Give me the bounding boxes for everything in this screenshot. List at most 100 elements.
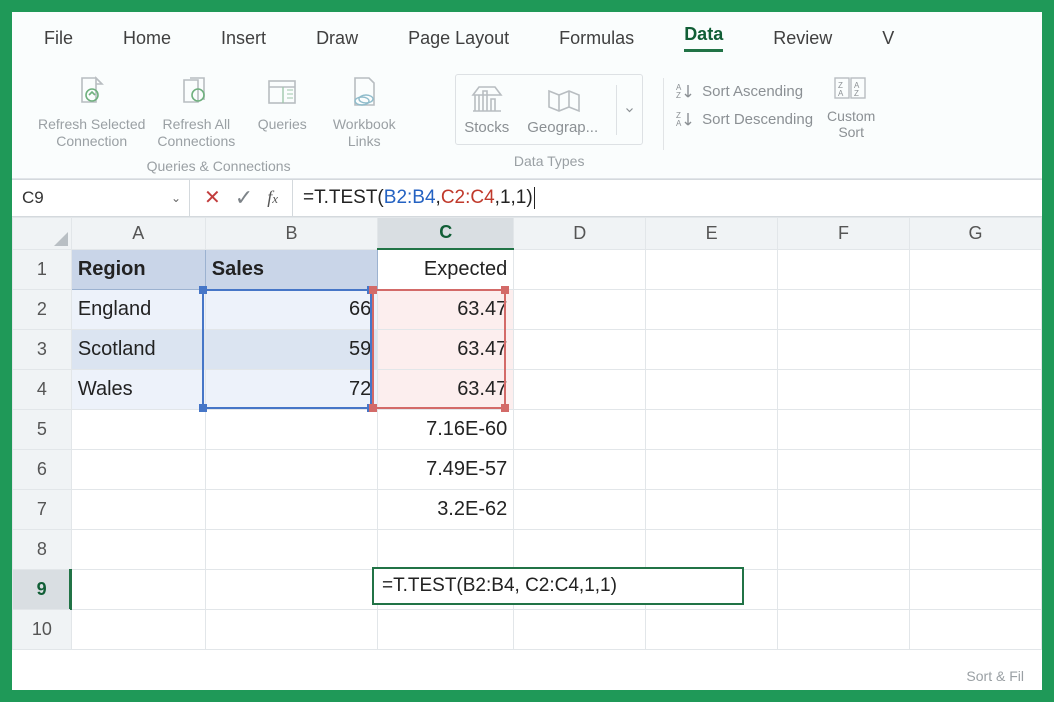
cell-C4[interactable]: 63.47	[378, 369, 514, 409]
col-header-B[interactable]: B	[205, 217, 378, 249]
cell-B4[interactable]: 72	[205, 369, 378, 409]
tab-draw[interactable]: Draw	[316, 28, 358, 49]
cell-D8[interactable]	[514, 529, 646, 569]
cell-A10[interactable]	[71, 609, 205, 649]
cell-G10[interactable]	[910, 609, 1042, 649]
cell-F3[interactable]	[778, 329, 910, 369]
cell-C8[interactable]	[378, 529, 514, 569]
tab-data[interactable]: Data	[684, 24, 723, 52]
cell-E10[interactable]	[646, 609, 778, 649]
cell-G1[interactable]	[910, 249, 1042, 289]
row-header-10[interactable]: 10	[13, 609, 72, 649]
col-header-D[interactable]: D	[514, 217, 646, 249]
cell-D1[interactable]	[514, 249, 646, 289]
cancel-button[interactable]: ✕	[204, 185, 221, 210]
cell-F5[interactable]	[778, 409, 910, 449]
cell-E7[interactable]	[646, 489, 778, 529]
cell-C5[interactable]: 7.16E-60	[378, 409, 514, 449]
row-header-6[interactable]: 6	[13, 449, 72, 489]
cell-G9[interactable]	[910, 569, 1042, 609]
cell-D3[interactable]	[514, 329, 646, 369]
cell-B10[interactable]	[205, 609, 378, 649]
row-header-7[interactable]: 7	[13, 489, 72, 529]
cell-D6[interactable]	[514, 449, 646, 489]
cell-F6[interactable]	[778, 449, 910, 489]
tab-view[interactable]: V	[882, 28, 894, 49]
col-header-C[interactable]: C	[378, 217, 514, 249]
cell-G8[interactable]	[910, 529, 1042, 569]
cell-A3[interactable]: Scotland	[71, 329, 205, 369]
cell-D4[interactable]	[514, 369, 646, 409]
cell-G4[interactable]	[910, 369, 1042, 409]
cell-D2[interactable]	[514, 289, 646, 329]
tab-insert[interactable]: Insert	[221, 28, 266, 49]
cell-B6[interactable]	[205, 449, 378, 489]
select-all-corner[interactable]	[13, 217, 72, 249]
cell-E2[interactable]	[646, 289, 778, 329]
cell-C3[interactable]: 63.47	[378, 329, 514, 369]
sort-ascending-button[interactable]: AZ Sort Ascending	[676, 82, 813, 100]
cell-A2[interactable]: England	[71, 289, 205, 329]
cell-A9[interactable]	[71, 569, 205, 609]
cell-B5[interactable]	[205, 409, 378, 449]
cell-A7[interactable]	[71, 489, 205, 529]
cell-C1[interactable]: Expected	[378, 249, 514, 289]
tab-page-layout[interactable]: Page Layout	[408, 28, 509, 49]
cell-F2[interactable]	[778, 289, 910, 329]
cell-B8[interactable]	[205, 529, 378, 569]
cell-E5[interactable]	[646, 409, 778, 449]
cell-B9[interactable]	[205, 569, 378, 609]
row-header-9[interactable]: 9	[13, 569, 72, 609]
row-header-5[interactable]: 5	[13, 409, 72, 449]
cell-F7[interactable]	[778, 489, 910, 529]
tab-review[interactable]: Review	[773, 28, 832, 49]
fx-button[interactable]: fx	[267, 187, 278, 208]
refresh-all-button[interactable]: Refresh All Connections	[157, 74, 235, 150]
enter-button[interactable]: ✓	[235, 185, 253, 211]
cell-E8[interactable]	[646, 529, 778, 569]
row-header-1[interactable]: 1	[13, 249, 72, 289]
cell-B1[interactable]: Sales	[205, 249, 378, 289]
cell-G6[interactable]	[910, 449, 1042, 489]
refresh-selected-button[interactable]: Refresh Selected Connection	[38, 74, 145, 150]
cell-C10[interactable]	[378, 609, 514, 649]
cell-A8[interactable]	[71, 529, 205, 569]
cell-G2[interactable]	[910, 289, 1042, 329]
row-header-2[interactable]: 2	[13, 289, 72, 329]
stocks-button[interactable]: Stocks	[464, 83, 509, 136]
cell-F1[interactable]	[778, 249, 910, 289]
cell-editor[interactable]: =T.TEST(B2:B4, C2:C4,1,1)	[372, 567, 744, 605]
cell-E4[interactable]	[646, 369, 778, 409]
custom-sort-button[interactable]: ZAAZ Custom Sort	[827, 74, 875, 140]
cell-A6[interactable]	[71, 449, 205, 489]
cell-A5[interactable]	[71, 409, 205, 449]
cell-D5[interactable]	[514, 409, 646, 449]
cell-B3[interactable]: 59	[205, 329, 378, 369]
worksheet-grid[interactable]: A B C D E F G 1 Region Sales Expected	[12, 217, 1042, 653]
cell-B7[interactable]	[205, 489, 378, 529]
cell-A1[interactable]: Region	[71, 249, 205, 289]
cell-F8[interactable]	[778, 529, 910, 569]
col-header-E[interactable]: E	[646, 217, 778, 249]
sort-descending-button[interactable]: ZA Sort Descending	[676, 110, 813, 128]
name-box[interactable]: C9 ⌄	[12, 180, 190, 216]
cell-C6[interactable]: 7.49E-57	[378, 449, 514, 489]
cell-B2[interactable]: 66	[205, 289, 378, 329]
queries-button[interactable]: Queries	[247, 74, 317, 133]
workbook-links-button[interactable]: Workbook Links	[329, 74, 399, 150]
cell-F4[interactable]	[778, 369, 910, 409]
cell-D10[interactable]	[514, 609, 646, 649]
tab-formulas[interactable]: Formulas	[559, 28, 634, 49]
cell-E6[interactable]	[646, 449, 778, 489]
cell-G7[interactable]	[910, 489, 1042, 529]
col-header-A[interactable]: A	[71, 217, 205, 249]
row-header-3[interactable]: 3	[13, 329, 72, 369]
cell-E3[interactable]	[646, 329, 778, 369]
name-box-dropdown-icon[interactable]: ⌄	[171, 191, 181, 205]
cell-D7[interactable]	[514, 489, 646, 529]
data-types-more-button[interactable]	[616, 85, 634, 135]
cell-A4[interactable]: Wales	[71, 369, 205, 409]
cell-C7[interactable]: 3.2E-62	[378, 489, 514, 529]
tab-file[interactable]: File	[44, 28, 73, 49]
row-header-8[interactable]: 8	[13, 529, 72, 569]
